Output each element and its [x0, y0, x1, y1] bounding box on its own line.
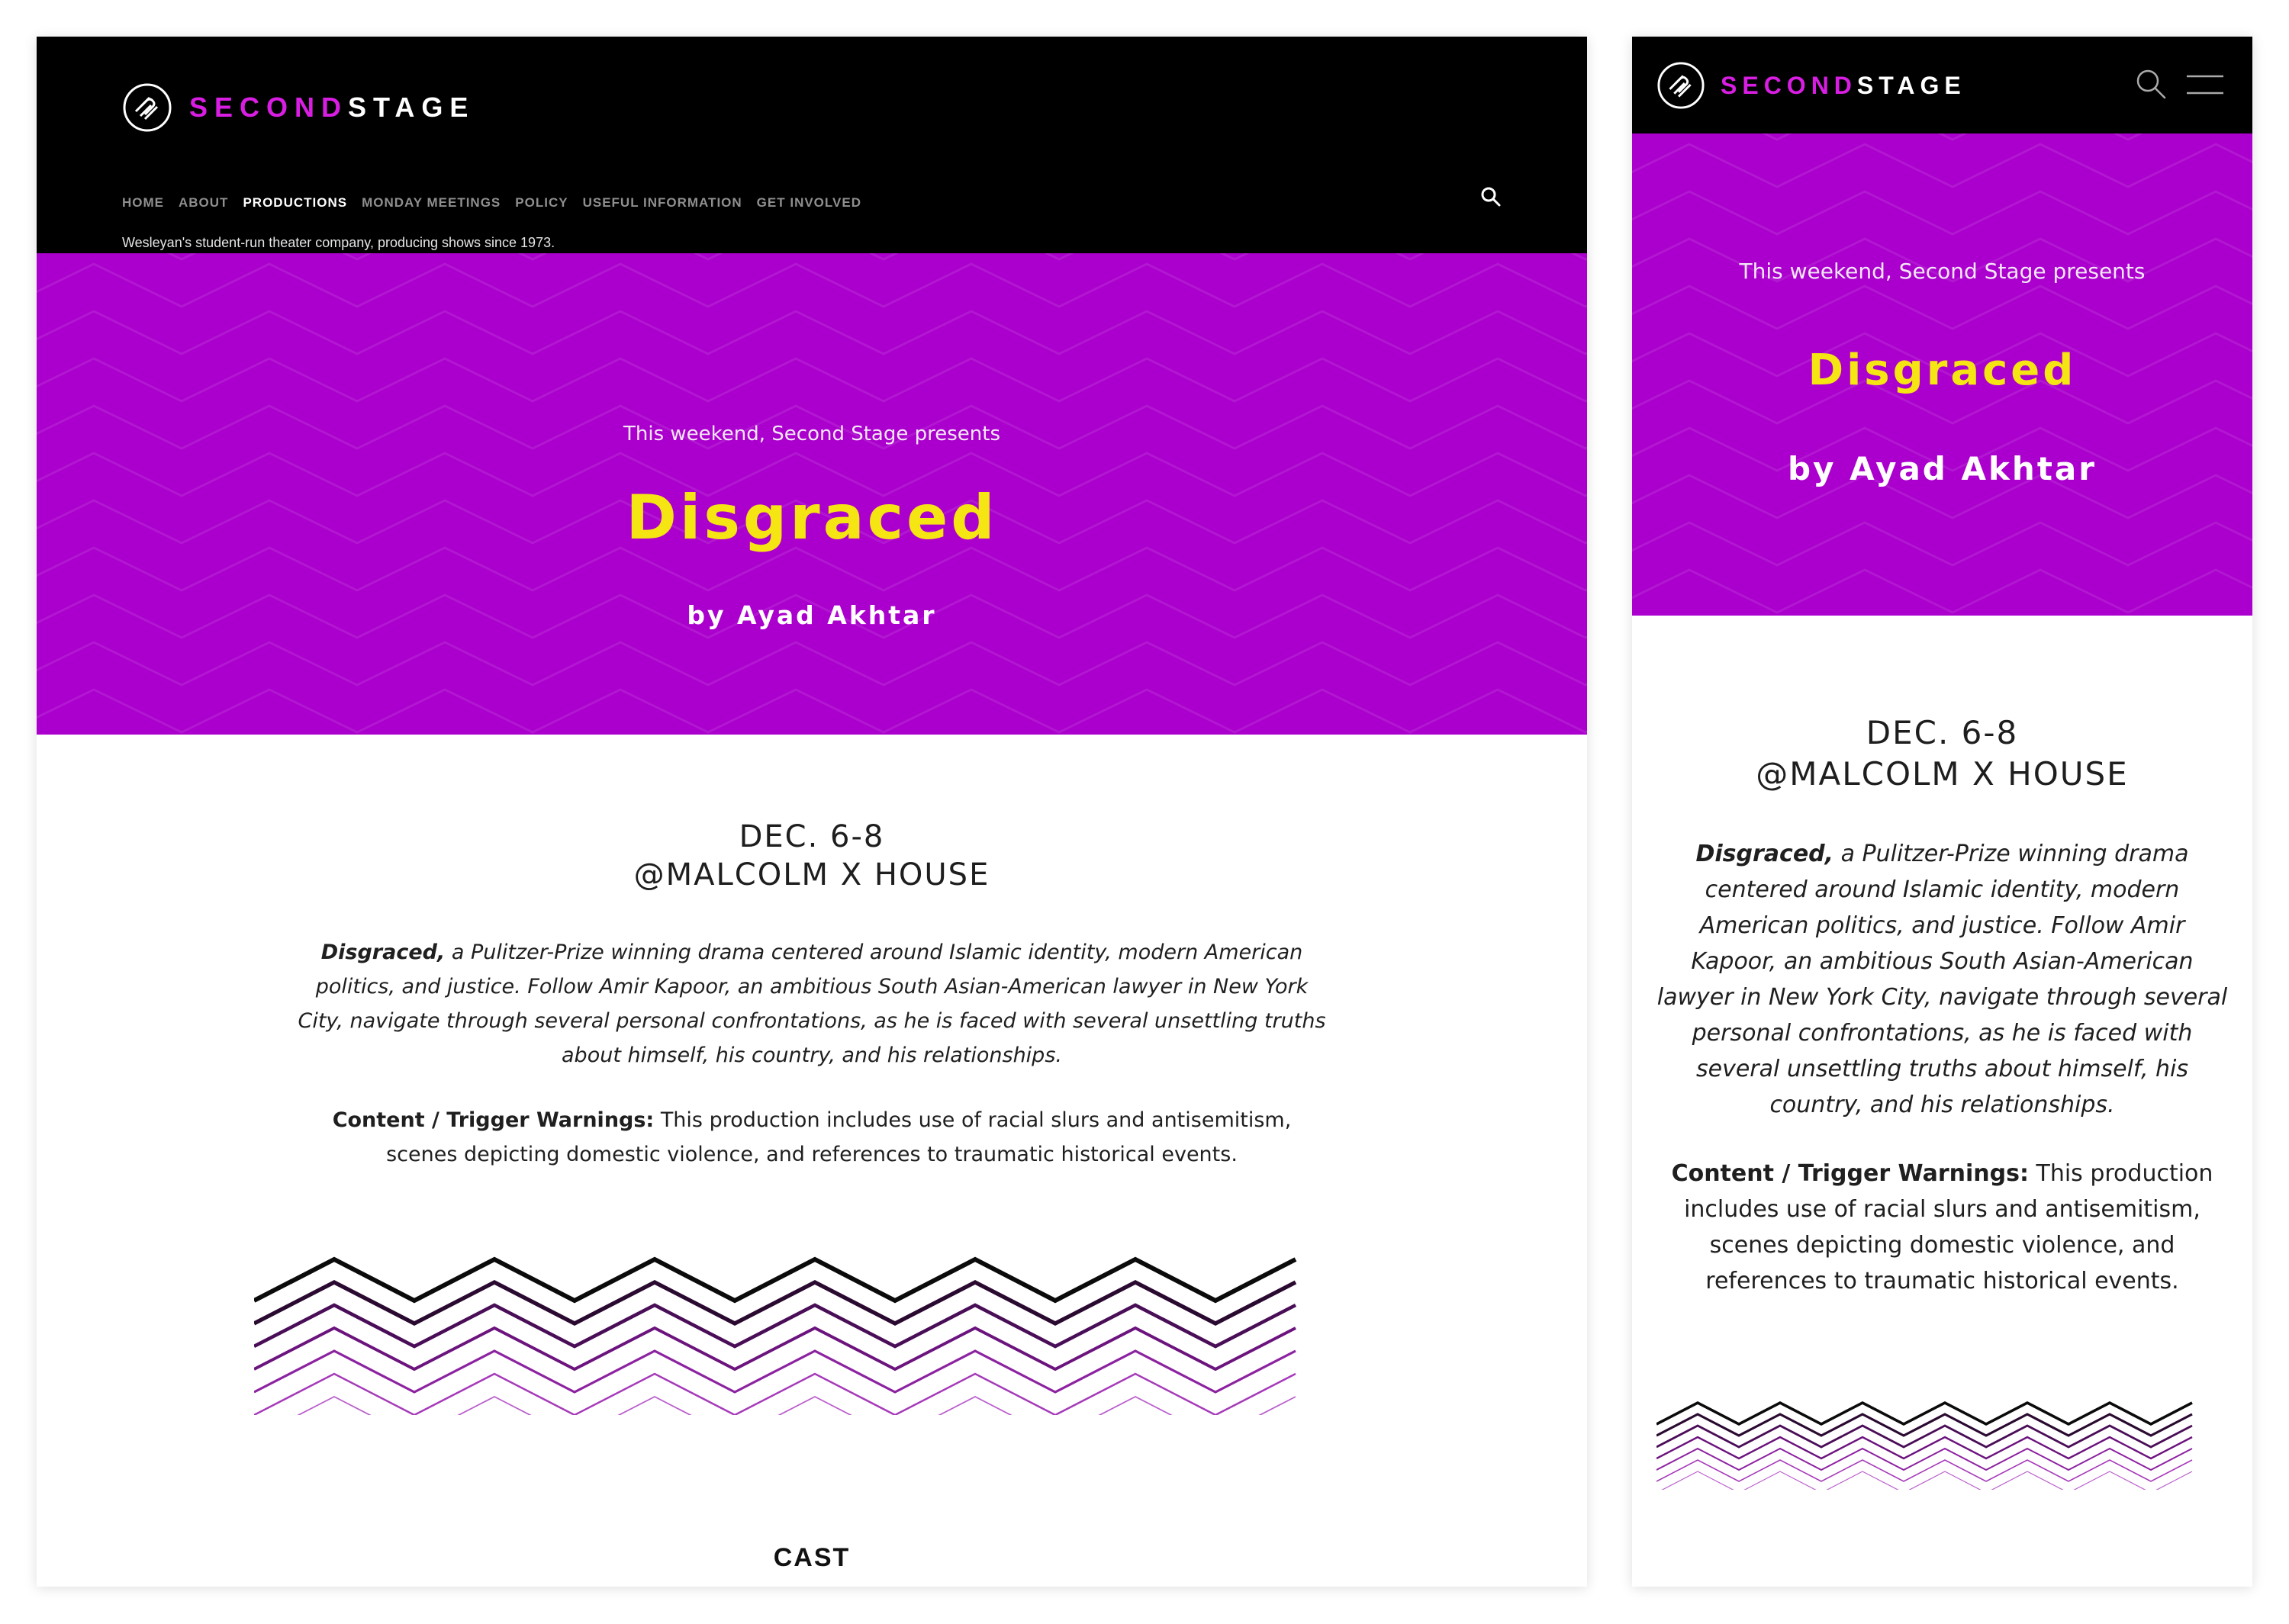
search-icon[interactable] — [1479, 185, 1502, 208]
hero-pretitle: This weekend, Second Stage presents — [1739, 259, 2146, 284]
cast-heading: CAST — [773, 1543, 851, 1572]
hero-byline: by Ayad Akhtar — [687, 600, 937, 630]
warnings-label: Content / Trigger Warnings: — [332, 1108, 655, 1132]
mobile-header: SECONDSTAGE — [1632, 37, 2252, 133]
wordmark-stage: STAGE — [348, 92, 475, 123]
description-body: a Pulitzer-Prize winning drama centered … — [298, 941, 1326, 1067]
event-venue: @MALCOLM X HOUSE — [1756, 755, 2129, 793]
mobile-logo[interactable]: SECONDSTAGE — [1656, 61, 1966, 110]
nav-item-useful-information[interactable]: USEFUL INFORMATION — [583, 195, 742, 211]
wordmark-second: SECOND — [189, 92, 349, 123]
description-body: a Pulitzer-Prize winning drama centered … — [1656, 841, 2228, 1118]
hero-byline: by Ayad Akhtar — [1788, 450, 2097, 487]
hero-banner: This weekend, Second Stage presents Disg… — [1632, 133, 2252, 616]
description-lead: Disgraced, — [1695, 841, 1834, 867]
mobile-wordmark: SECONDSTAGE — [1721, 72, 1966, 100]
nav-item-about[interactable]: ABOUT — [179, 195, 228, 211]
mobile-view: SECONDSTAGE This weekend, Second Stage p… — [1632, 37, 2252, 1587]
warnings-label: Content / Trigger Warnings: — [1671, 1160, 2029, 1187]
main-nav: HOME ABOUT PRODUCTIONS MONDAY MEETINGS P… — [122, 195, 861, 211]
wordmark-second: SECOND — [1721, 71, 1857, 99]
hero-title: Disgraced — [1808, 346, 2077, 395]
event-date: DEC. 6-8 — [1866, 714, 2019, 751]
hero-banner: This weekend, Second Stage presents Disg… — [37, 253, 1587, 735]
site-wordmark: SECONDSTAGE — [189, 92, 475, 124]
content-warnings: Content / Trigger Warnings: This product… — [1663, 1156, 2222, 1299]
nav-item-home[interactable]: HOME — [122, 195, 164, 211]
search-icon[interactable] — [2134, 67, 2168, 101]
nav-item-monday-meetings[interactable]: MONDAY MEETINGS — [362, 195, 501, 211]
nav-item-get-involved[interactable]: GET INVOLVED — [757, 195, 861, 211]
zigzag-divider — [1656, 1400, 2193, 1490]
nav-item-policy[interactable]: POLICY — [515, 195, 568, 211]
hero-pretitle: This weekend, Second Stage presents — [623, 423, 1000, 445]
zigzag-divider — [254, 1256, 1297, 1415]
wordmark-stage: STAGE — [1856, 71, 1966, 99]
event-date: DEC. 6-8 — [739, 819, 885, 854]
site-tagline: Wesleyan's student-run theater company, … — [122, 235, 555, 250]
event-venue: @MALCOLM X HOUSE — [633, 857, 990, 892]
description-lead: Disgraced, — [320, 941, 446, 964]
show-description: Disgraced, a Pulitzer-Prize winning dram… — [1653, 836, 2231, 1123]
show-description: Disgraced, a Pulitzer-Prize winning dram… — [296, 935, 1328, 1072]
hamburger-menu-icon[interactable] — [2185, 73, 2225, 98]
site-header: SECONDSTAGE HOME ABOUT PRODUCTIONS MONDA… — [37, 37, 1587, 253]
logo-icon — [1657, 62, 1705, 109]
logo-icon — [123, 83, 172, 132]
site-logo[interactable]: SECONDSTAGE — [122, 82, 475, 133]
content-warnings: Content / Trigger Warnings: This product… — [319, 1103, 1305, 1172]
hero-title: Disgraced — [626, 482, 998, 553]
nav-item-productions[interactable]: PRODUCTIONS — [243, 195, 347, 211]
desktop-view: SECONDSTAGE HOME ABOUT PRODUCTIONS MONDA… — [37, 37, 1587, 1587]
